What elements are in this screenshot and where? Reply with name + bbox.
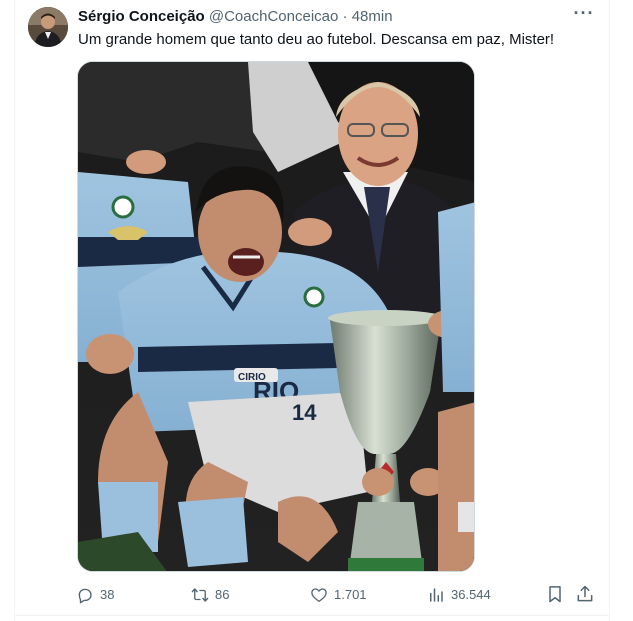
header-separator: · (342, 8, 348, 25)
svg-text:CIRIO: CIRIO (238, 372, 266, 383)
bookmark-icon[interactable] (545, 584, 565, 604)
views-icon (430, 588, 443, 602)
reply-count: 38 (100, 587, 115, 602)
reply-icon (78, 588, 92, 604)
like-count: 1.701 (334, 587, 367, 602)
reply-button[interactable]: 38 (76, 584, 114, 606)
jersey-number: 14 (292, 400, 317, 425)
retweet-count: 86 (215, 587, 230, 602)
retweet-button[interactable]: 86 (191, 584, 229, 606)
views-button[interactable]: 36.544 (427, 584, 491, 606)
photo-trophy-celebration: RIO CIRIO 14 (78, 62, 474, 571)
avatar-image (28, 7, 68, 47)
share-icon[interactable] (575, 584, 595, 604)
tweet-header: Sérgio Conceição @CoachConceicao · 48min (78, 8, 393, 26)
retweet-icon (191, 588, 209, 602)
author-avatar[interactable] (28, 7, 68, 47)
author-name[interactable]: Sérgio Conceição (78, 8, 205, 25)
heart-icon (311, 588, 327, 603)
views-count: 36.544 (451, 587, 491, 602)
like-button[interactable]: 1.701 (310, 584, 367, 606)
author-handle[interactable]: @CoachConceicao (209, 8, 338, 25)
tweet-text: Um grande homem que tanto deu ao futebol… (78, 31, 555, 48)
tweet-actions: 38 86 1.701 36.544 (0, 580, 633, 608)
more-options-icon[interactable]: ··· (572, 4, 596, 26)
tweet-photo[interactable]: RIO CIRIO 14 (77, 61, 475, 572)
tweet-timestamp[interactable]: 48min (352, 8, 393, 25)
divider (14, 615, 610, 616)
